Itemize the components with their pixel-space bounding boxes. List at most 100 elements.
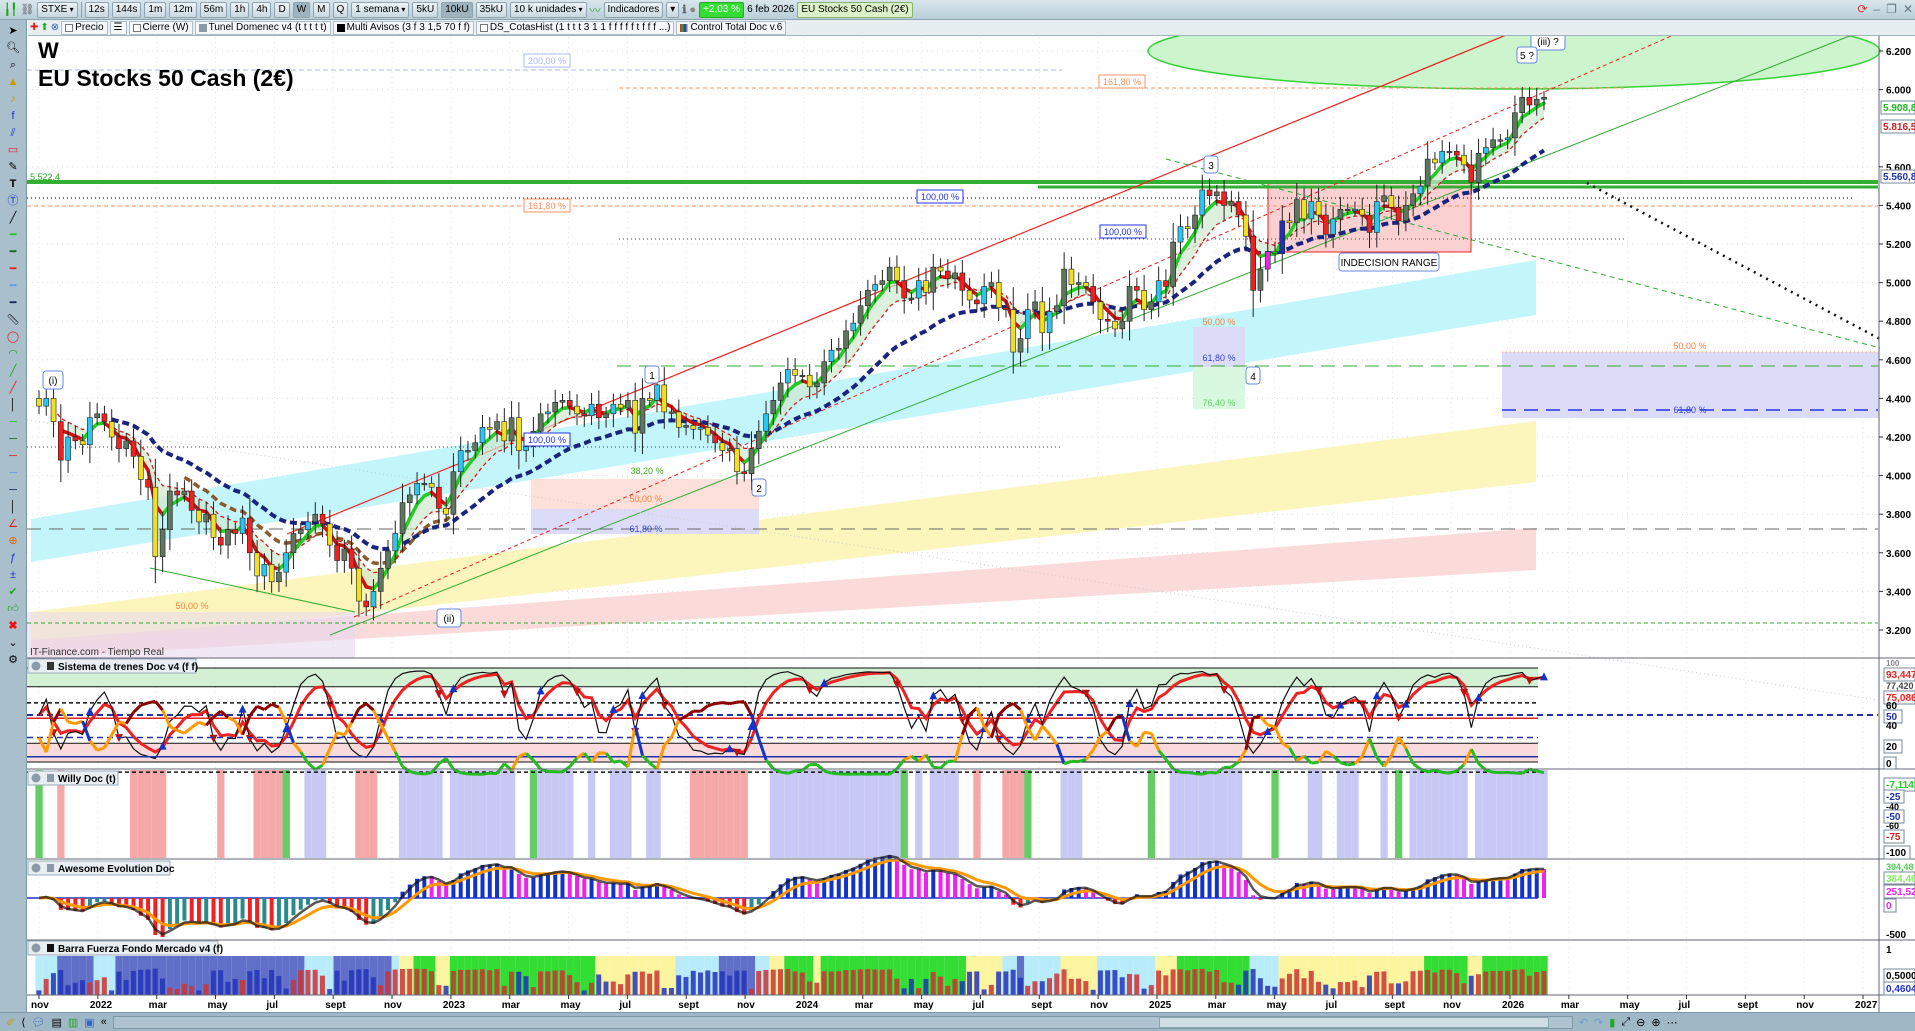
add-icon[interactable]: ✚ — [30, 22, 38, 33]
draw-icon[interactable]: ✐ — [6, 1016, 15, 1029]
formula-icon[interactable]: ƒ — [2, 551, 24, 565]
panel-header-awesome[interactable]: Awesome Evolution Doc — [27, 860, 175, 876]
horizontal-scrollbar[interactable] — [112, 1015, 1573, 1029]
ruler-icon[interactable]: 📏︎ — [2, 313, 24, 327]
text-icon[interactable]: T — [2, 177, 24, 191]
chat-icon[interactable]: 💬︎ — [32, 1016, 46, 1029]
period-select[interactable]: 1 semana — [351, 1, 410, 18]
zoom-icon[interactable]: 🔍︎ — [2, 41, 24, 55]
angle-icon[interactable]: ∠ — [2, 517, 24, 531]
collapse-icon[interactable]: « — [101, 1016, 107, 1028]
timeframe-12s[interactable]: 12s — [84, 1, 109, 18]
legend-tunel[interactable]: Tunel Domenec v4 (t t t t t) — [194, 20, 331, 35]
hline-thin-green-icon[interactable]: ─ — [2, 415, 24, 429]
hline-navy-icon[interactable]: ━ — [2, 296, 24, 310]
timeframe-144s[interactable]: 144s — [111, 1, 142, 18]
windows-icon[interactable]: ▣ — [84, 1016, 94, 1029]
bell-icon[interactable]: ♪ — [2, 92, 24, 106]
indicators-button[interactable]: Indicadores — [603, 1, 664, 18]
legend-precio[interactable]: Precio — [61, 20, 108, 35]
hline-thin-darkgreen-icon[interactable]: ─ — [2, 432, 24, 446]
ellipse-icon[interactable]: ◯ — [2, 330, 24, 344]
legend-cierre[interactable]: Cierre (W) — [128, 20, 193, 35]
rectangle-icon[interactable]: ▭ — [2, 143, 24, 157]
close-icon[interactable] — [31, 773, 41, 783]
timeframe-w[interactable]: W — [292, 1, 311, 18]
timeframe-1m[interactable]: 1m — [144, 1, 167, 18]
scrollbar-thumb[interactable] — [1158, 1016, 1549, 1028]
close-icon[interactable] — [31, 863, 41, 873]
timeframe-q[interactable]: Q — [332, 1, 349, 18]
timeframe-1h[interactable]: 1h — [230, 1, 250, 18]
close-icon[interactable] — [31, 661, 41, 671]
chart-type-icon[interactable]: ╽╿ — [4, 3, 17, 16]
arc-icon[interactable]: ◠ — [2, 347, 24, 361]
columns-icon[interactable]: ▥ — [68, 1016, 78, 1029]
restore-icon[interactable]: ❐ — [1886, 2, 1897, 16]
vline-icon[interactable]: │ — [2, 398, 24, 412]
price-axis[interactable]: 6.2006.0005.6005.4005.2005.0004.8004.600… — [1879, 47, 1911, 637]
text-box-icon[interactable]: Ⓣ — [2, 194, 24, 208]
cursor-icon[interactable]: ➤ — [2, 24, 24, 38]
timeframe-56m[interactable]: 56m — [199, 1, 228, 18]
zoom-in-icon[interactable]: ⊕ — [1651, 1016, 1660, 1029]
refresh-icon[interactable]: ⟳ — [1857, 2, 1867, 16]
hline-thin-red-icon[interactable]: ─ — [2, 449, 24, 463]
hline-thin-blue-icon[interactable]: ─ — [2, 466, 24, 480]
legend-control-total[interactable]: Control Total Doc v.6 — [676, 20, 787, 35]
close-icon[interactable] — [31, 943, 41, 953]
settings-icon[interactable]: ⚙ — [2, 653, 24, 667]
fib-icon[interactable]: f — [2, 109, 24, 123]
minimize-icon[interactable]: – — [1873, 2, 1880, 16]
pencil-icon[interactable]: ✎ — [2, 160, 24, 174]
zoom-area-icon[interactable]: ⌕ — [2, 58, 24, 72]
timeframe-m[interactable]: M — [313, 1, 330, 18]
up-arrow-icon[interactable]: ⬆ — [40, 22, 48, 33]
formula-2-icon[interactable]: ± — [2, 568, 24, 582]
panel-header-willy[interactable]: Willy Doc (t) — [27, 770, 119, 786]
trend-red-icon[interactable]: ╱ — [2, 381, 24, 395]
hline-green-icon[interactable]: ━ — [2, 228, 24, 242]
legend-multi-avisos[interactable]: Multi Avisos (3 f 3 1,5 70 f f) — [332, 20, 474, 35]
indicators-dropdown[interactable]: ▾ — [666, 1, 680, 18]
panel-header-barra[interactable]: Barra Fuerza Fondo Mercado v4 (f) — [27, 940, 223, 956]
alert-icon[interactable]: ▲ — [2, 75, 24, 89]
info-icon[interactable]: ℹ — [682, 3, 686, 16]
timeframe-4h[interactable]: 4h — [252, 1, 272, 18]
hline-blue-icon[interactable]: ━ — [2, 279, 24, 293]
candle-icon[interactable]: ▮ — [1609, 1016, 1615, 1029]
menu-icon[interactable]: ⋯ — [1667, 1016, 1678, 1029]
line-icon[interactable]: ╱ — [2, 211, 24, 225]
legend-ds-cotashist[interactable]: DS_CotasHist (1 t t t 3 1 1 f f f f f t … — [475, 20, 675, 35]
zoom-out-icon[interactable]: ⊖ — [1636, 1016, 1645, 1029]
thumbs-up-icon[interactable]: 👍︎ — [2, 602, 24, 616]
close-icon[interactable]: ✕ — [1903, 2, 1913, 16]
undo-icon[interactable]: ↶ — [1579, 1016, 1588, 1029]
link-icon[interactable]: ⛓ — [20, 3, 34, 16]
delete-icon[interactable]: ✖ — [2, 619, 24, 633]
check-icon[interactable]: ✔ — [2, 585, 24, 599]
symbol-select[interactable]: STXE — [37, 1, 78, 18]
zoom-fit-icon[interactable]: ⤢ — [1621, 1016, 1630, 1029]
hline-thin-navy-icon[interactable]: ─ — [2, 483, 24, 497]
timeframe-d[interactable]: D — [274, 1, 290, 18]
units-select[interactable]: 10 k unidades — [509, 1, 587, 18]
units-35ku[interactable]: 35kU — [475, 1, 507, 18]
report-icon[interactable]: ▤ — [51, 1016, 61, 1029]
price-chart[interactable]: W EU Stocks 50 Cash (2€) 5.522,4 IT-Fina… — [0, 0, 1915, 1031]
redo-icon[interactable]: ↷ — [1594, 1016, 1603, 1029]
scroll-down-icon[interactable]: ⌄ — [2, 636, 24, 650]
timeframe-12m[interactable]: 12m — [169, 1, 197, 18]
hline-darkgreen-icon[interactable]: ━ — [2, 245, 24, 259]
trend-green-icon[interactable]: ╱ — [2, 364, 24, 378]
date-axis[interactable]: nov 2022 mar may jul sept nov 2023 mar may jul sept… — [31, 995, 1878, 1011]
channel-icon[interactable]: ⫽ — [2, 126, 24, 140]
units-5ku[interactable]: 5kU — [412, 1, 439, 18]
list-icon[interactable]: ☰ — [109, 20, 127, 35]
units-10ku[interactable]: 10kU — [441, 1, 473, 18]
hline-red-icon[interactable]: ━ — [2, 262, 24, 276]
target-icon[interactable]: ⊕ — [2, 534, 24, 548]
panel-header-sistema[interactable]: Sistema de trenes Doc v4 (f f) — [27, 658, 198, 674]
share-icon[interactable]: ⟨ — [21, 1016, 25, 1029]
close-all-icon[interactable]: ⊗ — [51, 22, 59, 33]
